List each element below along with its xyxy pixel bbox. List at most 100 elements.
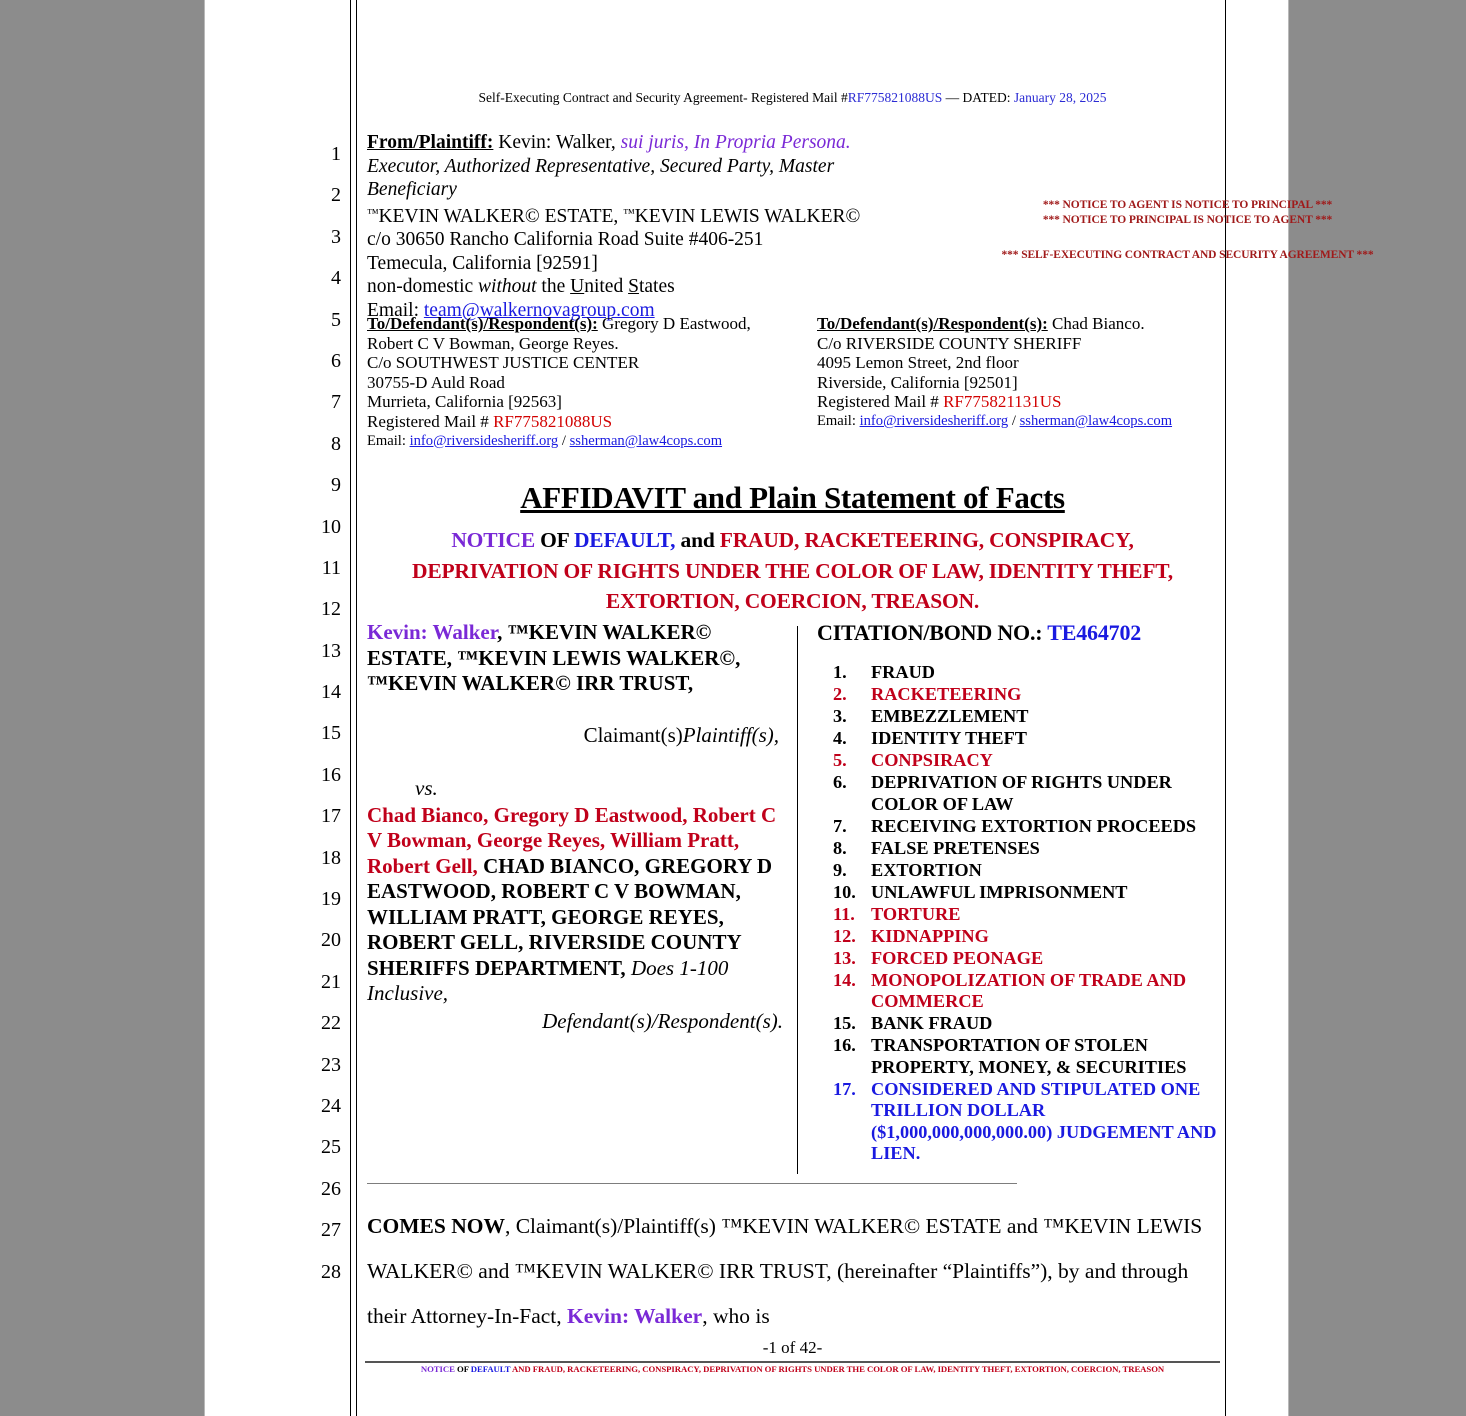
charge-label: CONSIDERED AND STIPULATED ONE TRILLION D… bbox=[871, 1078, 1217, 1164]
defendant-address-right: To/Defendant(s)/Respondent(s): Chad Bian… bbox=[817, 314, 1237, 432]
line-number: 12 bbox=[321, 598, 341, 621]
charge-item: 15. BANK FRAUD bbox=[833, 1013, 1222, 1035]
addr-left-email-label: Email: bbox=[367, 432, 410, 449]
comes-now-label: COMES NOW bbox=[367, 1214, 505, 1238]
footer-rule bbox=[365, 1361, 1220, 1363]
charge-item: 14. MONOPOLIZATION OF TRADE AND COMMERCE bbox=[833, 970, 1222, 1013]
line-number: 8 bbox=[331, 432, 341, 455]
addr-right-mail: Registered Mail # RF775821131US bbox=[817, 392, 1237, 412]
line-number: 10 bbox=[321, 515, 341, 538]
charges-list: 1. FRAUD 2. RACKETEERING 3. EMBEZZLEMENT 4. IDE… bbox=[817, 662, 1222, 1165]
charge-number: 7. bbox=[833, 815, 847, 836]
charge-item: 17. CONSIDERED AND STIPULATED ONE TRILLIO… bbox=[833, 1079, 1222, 1165]
charge-number: 5. bbox=[833, 750, 847, 770]
nondomestic-u1: U bbox=[570, 276, 585, 298]
line-number: 22 bbox=[321, 1012, 341, 1035]
charge-item: 10. UNLAWFUL IMPRISONMENT bbox=[833, 882, 1222, 904]
addr-left-line-1: C/o SOUTHWEST JUSTICE CENTER bbox=[367, 353, 640, 373]
line-number: 16 bbox=[321, 763, 341, 786]
citation-number: TE464702 bbox=[1047, 620, 1142, 645]
line-number: 5 bbox=[331, 308, 341, 331]
addr-right-email: Email: info@riversidesheriff.org / ssher… bbox=[817, 412, 1237, 432]
charge-label: TRANSPORTATION OF STOLEN PROPERTY, MONEY… bbox=[871, 1035, 1187, 1077]
line-number-gutter: 1 2 3 4 5 6 7 8 9 10 11 12 13 14 15 16 1… bbox=[265, 134, 341, 1293]
margin-rule-outer bbox=[350, 0, 351, 1416]
addr-right-label: To/Defendant(s)/Respondent(s): bbox=[817, 314, 1048, 333]
addr-right-email-link-2[interactable]: ssherman@law4cops.com bbox=[1020, 413, 1172, 429]
line-number: 24 bbox=[321, 1094, 341, 1117]
charge-number: 9. bbox=[833, 859, 847, 880]
addr-right-mail-label: Registered Mail # bbox=[817, 392, 944, 412]
charge-number: 17. bbox=[833, 1078, 856, 1099]
attorney-in-fact-name: Kevin: Walker bbox=[567, 1304, 703, 1328]
from-address-1: c/o 30650 Rancho California Road Suite #… bbox=[367, 229, 764, 251]
addr-left-email-link-2[interactable]: ssherman@law4cops.com bbox=[570, 433, 722, 449]
line-number: 17 bbox=[321, 805, 341, 828]
nondomestic-u2: S bbox=[628, 276, 639, 298]
header-date: January 28, 2025 bbox=[1013, 90, 1107, 105]
respondent-label: Defendant(s)/Respondent(s). bbox=[542, 1008, 783, 1033]
claimant-line: Claimant(s)Plaintiff(s), bbox=[367, 723, 787, 749]
subtitle: NOTICE OF DEFAULT, and FRAUD, RACKETEERI… bbox=[365, 525, 1220, 617]
addr-right-email-sep: / bbox=[1008, 412, 1020, 429]
defendant-names: Chad Bianco, Gregory D Eastwood, Robert … bbox=[367, 803, 787, 1007]
charge-number: 10. bbox=[833, 881, 856, 902]
charge-number: 8. bbox=[833, 837, 847, 858]
charge-number: 15. bbox=[833, 1013, 856, 1033]
charge-number: 1. bbox=[833, 662, 847, 682]
charge-item: 11. TORTURE bbox=[833, 904, 1222, 926]
addr-right-email-link-1[interactable]: info@riversidesheriff.org bbox=[860, 413, 1009, 429]
line-number: 15 bbox=[321, 722, 341, 745]
footer-of: OF bbox=[454, 1364, 471, 1374]
running-header: Self-Executing Contract and Security Agr… bbox=[365, 90, 1220, 106]
from-entity-2: KEVIN LEWIS WALKER© bbox=[634, 205, 861, 227]
charge-label: FRAUD bbox=[871, 662, 935, 682]
page-title: AFFIDAVIT and Plain Statement of Facts bbox=[520, 480, 1065, 515]
addr-left-email: Email: info@riversidesheriff.org / ssher… bbox=[367, 432, 797, 452]
caption-divider bbox=[797, 626, 798, 1174]
charge-item: 16. TRANSPORTATION OF STOLEN PROPERTY, MO… bbox=[833, 1035, 1222, 1078]
charge-item: 12. KIDNAPPING bbox=[833, 926, 1222, 948]
from-entity-1: KEVIN WALKER© ESTATE, bbox=[378, 205, 624, 227]
line-number: 23 bbox=[321, 1053, 341, 1076]
charge-label: MONOPOLIZATION OF TRADE AND COMMERCE bbox=[871, 969, 1187, 1012]
addr-left-line-3: Murrieta, California [92563] bbox=[367, 392, 562, 412]
charge-item: 6. DEPRIVATION OF RIGHTS UNDER COLOR OF L… bbox=[833, 772, 1222, 815]
addr-left-head: To/Defendant(s)/Respondent(s): Gregory D… bbox=[367, 314, 797, 353]
from-name: Kevin: Walker, bbox=[493, 132, 621, 153]
from-nondomestic: non-domestic without the United States bbox=[367, 275, 887, 299]
addr-left-mail-number: RF775821088US bbox=[493, 411, 613, 431]
document-page: 1 2 3 4 5 6 7 8 9 10 11 12 13 14 15 16 1… bbox=[205, 0, 1374, 1416]
footer-default: DEFAULT bbox=[470, 1364, 511, 1374]
nondomestic-mid: nited bbox=[584, 276, 629, 298]
citation-block: CITATION/BOND NO.: TE464702 1. FRAUD 2. RAC… bbox=[817, 620, 1222, 1165]
line-number: 27 bbox=[321, 1219, 341, 1242]
addr-left-email-link-1[interactable]: info@riversidesheriff.org bbox=[410, 433, 559, 449]
header-dated-label: — DATED: bbox=[942, 90, 1014, 105]
charge-number: 3. bbox=[833, 706, 847, 726]
notice-agent-principal-block: *** NOTICE TO AGENT IS NOTICE TO PRINCIP… bbox=[1000, 198, 1375, 263]
charge-item: 13. FORCED PEONAGE bbox=[833, 948, 1222, 970]
line-number: 3 bbox=[331, 225, 341, 248]
subtitle-and: and bbox=[675, 528, 720, 552]
from-plaintiff-block: From/Plaintiff: Kevin: Walker, sui juris… bbox=[367, 131, 887, 322]
line-number: 20 bbox=[321, 929, 341, 952]
document-content: Self-Executing Contract and Security Agr… bbox=[365, 0, 1374, 1416]
line-number: 13 bbox=[321, 639, 341, 662]
line-number: 14 bbox=[321, 681, 341, 704]
addr-right-mail-number: RF775821131US bbox=[943, 392, 1062, 412]
line-number: 26 bbox=[321, 1177, 341, 1200]
charge-number: 16. bbox=[833, 1035, 856, 1055]
line-number: 6 bbox=[331, 349, 341, 372]
versus-label: vs. bbox=[415, 776, 438, 800]
addr-right-line-3: Riverside, California [92501] bbox=[817, 372, 1018, 392]
charge-label: BANK FRAUD bbox=[871, 1013, 993, 1033]
line-number: 18 bbox=[321, 846, 341, 869]
footer-notice: NOTICE bbox=[420, 1364, 455, 1374]
charge-number: 4. bbox=[833, 728, 847, 748]
charge-label: RACKETEERING bbox=[871, 684, 1022, 704]
title-block: AFFIDAVIT and Plain Statement of Facts N… bbox=[365, 478, 1220, 617]
from-roles: Executor, Authorized Representative, Sec… bbox=[367, 155, 835, 201]
charge-item: 2. RACKETEERING bbox=[833, 684, 1222, 706]
charge-number: 6. bbox=[833, 772, 847, 792]
